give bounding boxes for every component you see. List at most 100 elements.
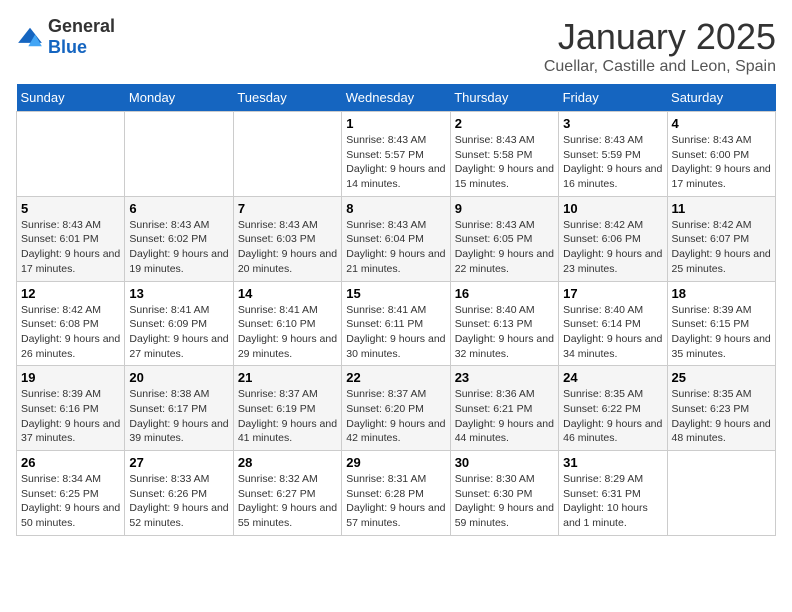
calendar-day-cell: 10 Sunrise: 8:42 AM Sunset: 6:06 PM Dayli… (559, 196, 667, 281)
day-number: 2 (455, 116, 554, 131)
calendar-day-cell: 16 Sunrise: 8:40 AM Sunset: 6:13 PM Dayli… (450, 281, 558, 366)
day-info: Sunrise: 8:41 AM Sunset: 6:09 PM Dayligh… (129, 303, 228, 362)
calendar-day-cell: 13 Sunrise: 8:41 AM Sunset: 6:09 PM Dayli… (125, 281, 233, 366)
day-info: Sunrise: 8:43 AM Sunset: 6:04 PM Dayligh… (346, 218, 445, 277)
day-number: 8 (346, 201, 445, 216)
day-number: 1 (346, 116, 445, 131)
weekday-header-cell: Thursday (450, 84, 558, 112)
calendar-day-cell: 6 Sunrise: 8:43 AM Sunset: 6:02 PM Daylig… (125, 196, 233, 281)
calendar-day-cell: 19Sunrise: 8:39 AM Sunset: 6:16 PM Dayli… (17, 366, 125, 451)
calendar-day-cell: 8 Sunrise: 8:43 AM Sunset: 6:04 PM Daylig… (342, 196, 450, 281)
logo-general-text: General (48, 16, 115, 36)
day-number: 27 (129, 455, 228, 470)
month-title: January 2025 (544, 16, 776, 58)
calendar-day-cell: 7 Sunrise: 8:43 AM Sunset: 6:03 PM Daylig… (233, 196, 341, 281)
calendar-day-cell: 22 Sunrise: 8:37 AM Sunset: 6:20 PM Dayli… (342, 366, 450, 451)
calendar-day-cell: 23 Sunrise: 8:36 AM Sunset: 6:21 PM Dayli… (450, 366, 558, 451)
day-number: 7 (238, 201, 337, 216)
day-number: 31 (563, 455, 662, 470)
calendar-day-cell: 21Sunrise: 8:37 AM Sunset: 6:19 PM Dayli… (233, 366, 341, 451)
day-number: 18 (672, 286, 771, 301)
day-number: 9 (455, 201, 554, 216)
calendar-day-cell: 25Sunrise: 8:35 AM Sunset: 6:23 PM Dayli… (667, 366, 775, 451)
calendar-day-cell: 27 Sunrise: 8:33 AM Sunset: 6:26 PM Dayli… (125, 451, 233, 536)
calendar-day-cell: 4Sunrise: 8:43 AM Sunset: 6:00 PM Daylig… (667, 112, 775, 197)
day-number: 15 (346, 286, 445, 301)
calendar-day-cell: 28Sunrise: 8:32 AM Sunset: 6:27 PM Dayli… (233, 451, 341, 536)
calendar-day-cell: 9 Sunrise: 8:43 AM Sunset: 6:05 PM Daylig… (450, 196, 558, 281)
calendar-day-cell: 18Sunrise: 8:39 AM Sunset: 6:15 PM Dayli… (667, 281, 775, 366)
day-number: 30 (455, 455, 554, 470)
day-number: 21 (238, 370, 337, 385)
day-info: Sunrise: 8:42 AM Sunset: 6:08 PM Dayligh… (21, 303, 120, 362)
day-info: Sunrise: 8:43 AM Sunset: 6:05 PM Dayligh… (455, 218, 554, 277)
day-info: Sunrise: 8:41 AM Sunset: 6:10 PM Dayligh… (238, 303, 337, 362)
day-number: 24 (563, 370, 662, 385)
day-info: Sunrise: 8:40 AM Sunset: 6:14 PM Dayligh… (563, 303, 662, 362)
day-info: Sunrise: 8:38 AM Sunset: 6:17 PM Dayligh… (129, 387, 228, 446)
day-info: Sunrise: 8:31 AM Sunset: 6:28 PM Dayligh… (346, 472, 445, 531)
day-number: 11 (672, 201, 771, 216)
title-area: January 2025 Cuellar, Castille and Leon,… (544, 16, 776, 76)
day-number: 26 (21, 455, 120, 470)
calendar-day-cell: 24 Sunrise: 8:35 AM Sunset: 6:22 PM Dayli… (559, 366, 667, 451)
calendar-week-row: 26 Sunrise: 8:34 AM Sunset: 6:25 PM Dayli… (17, 451, 776, 536)
day-info: Sunrise: 8:35 AM Sunset: 6:23 PM Dayligh… (672, 387, 771, 446)
weekday-header-cell: Friday (559, 84, 667, 112)
day-number: 10 (563, 201, 662, 216)
calendar-day-cell: 11 Sunrise: 8:42 AM Sunset: 6:07 PM Dayli… (667, 196, 775, 281)
day-number: 16 (455, 286, 554, 301)
calendar-week-row: 12 Sunrise: 8:42 AM Sunset: 6:08 PM Dayli… (17, 281, 776, 366)
logo-icon (16, 26, 44, 48)
weekday-header-cell: Monday (125, 84, 233, 112)
day-info: Sunrise: 8:42 AM Sunset: 6:06 PM Dayligh… (563, 218, 662, 277)
day-info: Sunrise: 8:42 AM Sunset: 6:07 PM Dayligh… (672, 218, 771, 277)
calendar-day-cell (125, 112, 233, 197)
calendar-day-cell: 15 Sunrise: 8:41 AM Sunset: 6:11 PM Dayli… (342, 281, 450, 366)
calendar-day-cell: 12 Sunrise: 8:42 AM Sunset: 6:08 PM Dayli… (17, 281, 125, 366)
calendar-week-row: 1Sunrise: 8:43 AM Sunset: 5:57 PM Daylig… (17, 112, 776, 197)
day-info: Sunrise: 8:29 AM Sunset: 6:31 PM Dayligh… (563, 472, 662, 531)
day-number: 4 (672, 116, 771, 131)
day-number: 20 (129, 370, 228, 385)
day-number: 3 (563, 116, 662, 131)
day-info: Sunrise: 8:43 AM Sunset: 6:03 PM Dayligh… (238, 218, 337, 277)
calendar-day-cell: 29 Sunrise: 8:31 AM Sunset: 6:28 PM Dayli… (342, 451, 450, 536)
weekday-header-row: SundayMondayTuesdayWednesdayThursdayFrid… (17, 84, 776, 112)
day-number: 13 (129, 286, 228, 301)
weekday-header-cell: Wednesday (342, 84, 450, 112)
logo-blue-text: Blue (48, 37, 87, 57)
day-number: 29 (346, 455, 445, 470)
weekday-header-cell: Saturday (667, 84, 775, 112)
day-info: Sunrise: 8:37 AM Sunset: 6:20 PM Dayligh… (346, 387, 445, 446)
day-info: Sunrise: 8:43 AM Sunset: 5:59 PM Dayligh… (563, 133, 662, 192)
calendar-day-cell: 3 Sunrise: 8:43 AM Sunset: 5:59 PM Daylig… (559, 112, 667, 197)
day-info: Sunrise: 8:41 AM Sunset: 6:11 PM Dayligh… (346, 303, 445, 362)
day-number: 14 (238, 286, 337, 301)
day-info: Sunrise: 8:34 AM Sunset: 6:25 PM Dayligh… (21, 472, 120, 531)
weekday-header-cell: Sunday (17, 84, 125, 112)
day-info: Sunrise: 8:32 AM Sunset: 6:27 PM Dayligh… (238, 472, 337, 531)
calendar-day-cell: 26 Sunrise: 8:34 AM Sunset: 6:25 PM Dayli… (17, 451, 125, 536)
logo: General Blue (16, 16, 115, 58)
calendar-day-cell (667, 451, 775, 536)
day-number: 12 (21, 286, 120, 301)
calendar-day-cell: 1Sunrise: 8:43 AM Sunset: 5:57 PM Daylig… (342, 112, 450, 197)
day-info: Sunrise: 8:43 AM Sunset: 6:01 PM Dayligh… (21, 218, 120, 277)
day-number: 23 (455, 370, 554, 385)
day-info: Sunrise: 8:40 AM Sunset: 6:13 PM Dayligh… (455, 303, 554, 362)
day-info: Sunrise: 8:30 AM Sunset: 6:30 PM Dayligh… (455, 472, 554, 531)
day-info: Sunrise: 8:33 AM Sunset: 6:26 PM Dayligh… (129, 472, 228, 531)
calendar-table: SundayMondayTuesdayWednesdayThursdayFrid… (16, 84, 776, 536)
day-number: 19 (21, 370, 120, 385)
day-info: Sunrise: 8:36 AM Sunset: 6:21 PM Dayligh… (455, 387, 554, 446)
day-info: Sunrise: 8:35 AM Sunset: 6:22 PM Dayligh… (563, 387, 662, 446)
calendar-day-cell (17, 112, 125, 197)
day-number: 6 (129, 201, 228, 216)
calendar-day-cell: 5Sunrise: 8:43 AM Sunset: 6:01 PM Daylig… (17, 196, 125, 281)
calendar-day-cell (233, 112, 341, 197)
day-info: Sunrise: 8:43 AM Sunset: 6:02 PM Dayligh… (129, 218, 228, 277)
calendar-day-cell: 14 Sunrise: 8:41 AM Sunset: 6:10 PM Dayli… (233, 281, 341, 366)
calendar-week-row: 19Sunrise: 8:39 AM Sunset: 6:16 PM Dayli… (17, 366, 776, 451)
day-number: 22 (346, 370, 445, 385)
